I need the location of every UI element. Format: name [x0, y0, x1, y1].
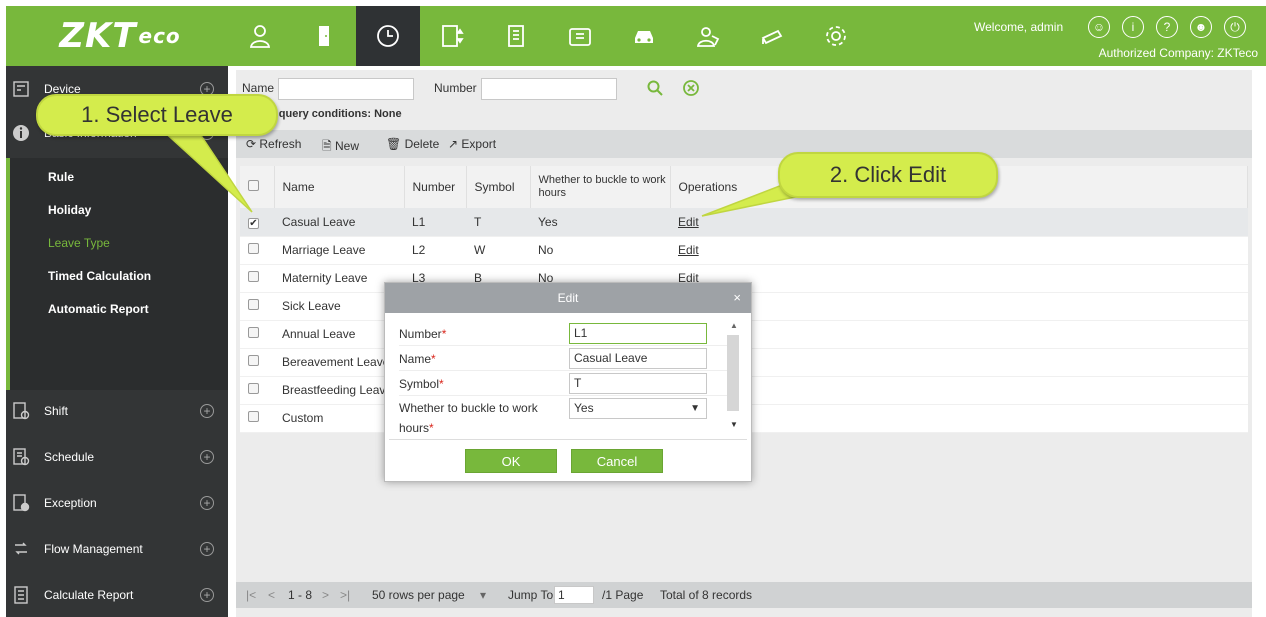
callout-select-leave: 1. Select Leave [36, 94, 278, 136]
callout-click-edit: 2. Click Edit [778, 152, 998, 198]
callout-arrows [158, 127, 813, 217]
